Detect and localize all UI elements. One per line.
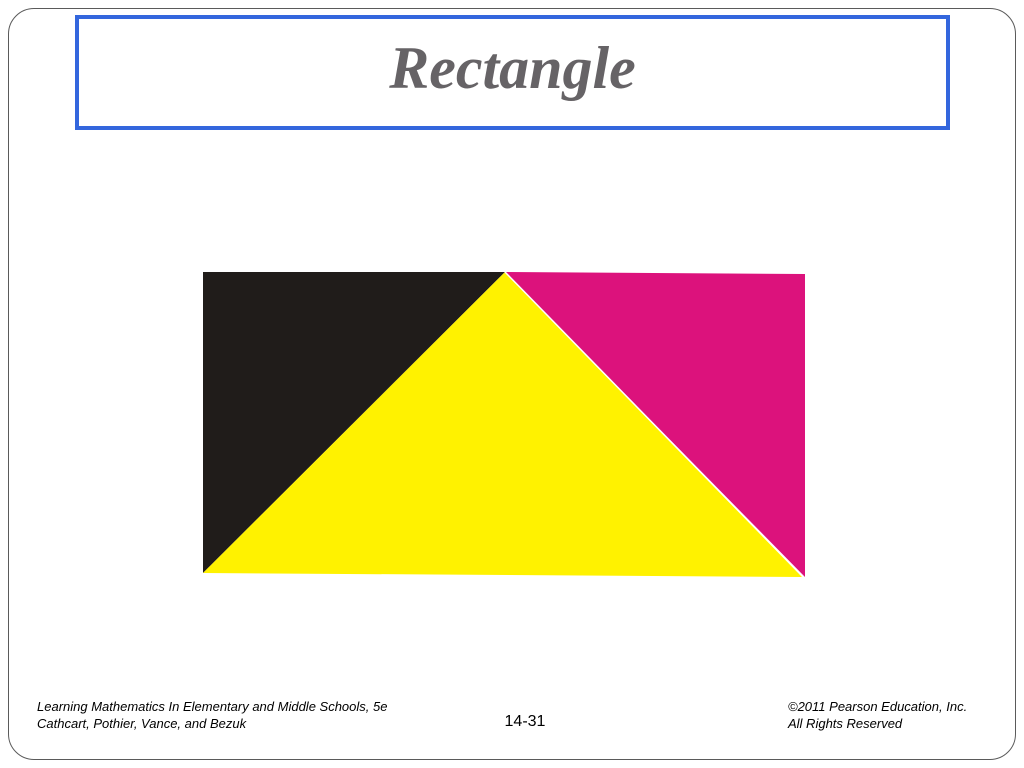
footer-book-title: Learning Mathematics In Elementary and M…: [37, 699, 388, 714]
footer-citation: Learning Mathematics In Elementary and M…: [37, 698, 387, 732]
rights-line: All Rights Reserved: [788, 716, 903, 731]
footer-copyright: ©2011 Pearson Education, Inc. All Rights…: [788, 698, 967, 732]
footer-authors: Cathcart, Pothier, Vance, and Bezuk: [37, 716, 247, 731]
copyright-line: ©2011 Pearson Education, Inc.: [788, 699, 968, 714]
page-number: 14-31: [504, 713, 546, 730]
rectangle-figure: [203, 271, 805, 578]
